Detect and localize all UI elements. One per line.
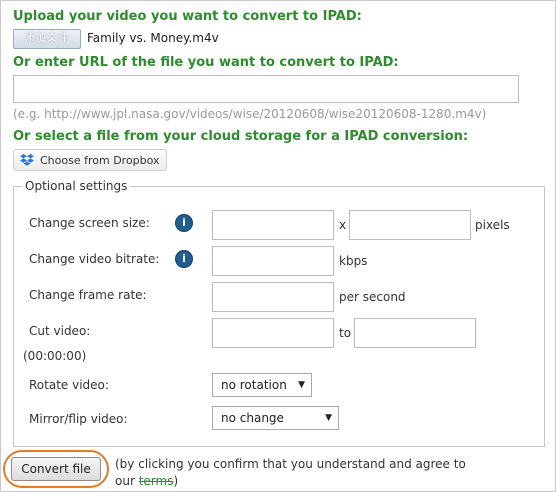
- bitrate-label: Change video bitrate:: [29, 252, 160, 266]
- terms-link[interactable]: terms: [139, 474, 174, 488]
- cloud-heading: Or select a file from your cloud storage…: [13, 129, 469, 144]
- screen-height-input[interactable]: [349, 210, 471, 240]
- kbps-unit: kbps: [339, 254, 368, 268]
- url-heading: Or enter URL of the file you want to con…: [13, 55, 399, 70]
- cut-to-label: to: [339, 326, 352, 340]
- cut-to-input[interactable]: [354, 318, 476, 348]
- info-icon[interactable]: i: [176, 251, 192, 267]
- cut-from-input[interactable]: [212, 318, 334, 348]
- choose-file-button[interactable]: 添加文件: [13, 29, 81, 49]
- dropbox-icon: [20, 154, 34, 166]
- chevron-down-icon: ▼: [325, 413, 332, 423]
- dropbox-button-label: Choose from Dropbox: [40, 153, 160, 167]
- rotate-select[interactable]: no rotation ▼: [212, 373, 312, 397]
- mirror-select[interactable]: no change ▼: [212, 406, 339, 430]
- selected-file-name: Family vs. Money.m4v: [87, 31, 219, 45]
- bitrate-input[interactable]: [212, 246, 334, 276]
- per-second-unit: per second: [339, 290, 406, 304]
- agreement-suffix: ): [173, 474, 179, 488]
- chevron-down-icon: ▼: [298, 380, 305, 390]
- url-input[interactable]: [13, 75, 519, 103]
- optional-settings-legend: Optional settings: [25, 179, 128, 193]
- size-separator: x: [339, 218, 347, 232]
- time-format-hint: (00:00:00): [23, 349, 87, 363]
- screen-width-input[interactable]: [212, 210, 334, 240]
- convert-file-button[interactable]: Convert file: [11, 457, 101, 481]
- cut-video-label: Cut video:: [29, 324, 91, 338]
- rotate-label: Rotate video:: [29, 378, 109, 392]
- mirror-label: Mirror/flip video:: [29, 412, 128, 426]
- choose-from-dropbox-button[interactable]: Choose from Dropbox: [13, 149, 167, 171]
- frame-rate-label: Change frame rate:: [29, 288, 147, 302]
- rotate-select-value: no rotation: [221, 378, 287, 392]
- info-icon[interactable]: i: [176, 215, 192, 231]
- screen-size-label: Change screen size:: [29, 216, 150, 230]
- upload-heading: Upload your video you want to convert to…: [13, 9, 362, 24]
- agreement-text: (by clicking you confirm that you unders…: [115, 456, 475, 490]
- mirror-select-value: no change: [221, 411, 284, 425]
- frame-rate-input[interactable]: [212, 282, 334, 312]
- url-hint: (e.g. http://www.jpl.nasa.gov/videos/wis…: [13, 107, 487, 121]
- pixels-unit: pixels: [475, 218, 510, 232]
